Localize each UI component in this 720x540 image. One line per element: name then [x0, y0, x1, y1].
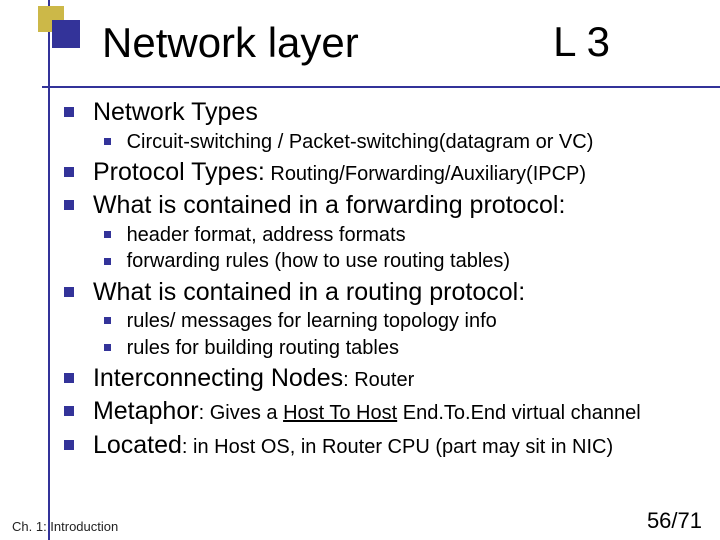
text-inline: : Router [343, 369, 414, 391]
text: What is contained in a routing protocol: [93, 278, 525, 306]
text-inline: End.To.End virtual channel [397, 402, 641, 424]
bullet-protocol-types: Protocol Types: Routing/Forwarding/Auxil… [64, 157, 710, 188]
text-inline: Routing/Forwarding/Auxiliary(IPCP) [265, 163, 586, 185]
sub-bullet: rules for building routing tables [104, 336, 710, 360]
sub-bullet: header format, address formats [104, 223, 710, 247]
slide: Network layer L 3 Network Types Circuit-… [0, 0, 720, 540]
bullet-network-types: Network Types Circuit-switching / Packet… [64, 97, 710, 154]
text: What is contained in a forwarding protoc… [93, 191, 565, 219]
sub-bullet: forwarding rules (how to use routing tab… [104, 249, 710, 273]
text: Circuit-switching / Packet-switching(dat… [127, 131, 594, 153]
bullet-routing-protocol: What is contained in a routing protocol:… [64, 277, 710, 360]
bullet-metaphor: Metaphor: Gives a Host To Host End.To.En… [64, 396, 710, 427]
text-inline: : in Host OS, in Router CPU (part may si… [182, 436, 613, 458]
text-underline: Host To Host [283, 402, 397, 424]
text: Located [93, 431, 182, 459]
text: rules/ messages for learning topology in… [127, 310, 497, 332]
title-block: Network layer L 3 [42, 0, 720, 88]
text-inline: : Gives a [199, 402, 283, 424]
bullet-interconnecting-nodes: Interconnecting Nodes: Router [64, 363, 710, 394]
text: header format, address formats [127, 224, 406, 246]
text: Metaphor [93, 397, 199, 425]
bullet-forwarding-protocol: What is contained in a forwarding protoc… [64, 190, 710, 273]
slide-title: Network layer [102, 19, 359, 67]
slide-title-right: L 3 [553, 18, 610, 66]
text: Protocol Types: [93, 158, 265, 186]
sub-bullet: Circuit-switching / Packet-switching(dat… [104, 130, 710, 154]
slide-body: Network Types Circuit-switching / Packet… [0, 88, 720, 460]
text: forwarding rules (how to use routing tab… [127, 250, 511, 272]
sub-bullet: rules/ messages for learning topology in… [104, 309, 710, 333]
text: Interconnecting Nodes [93, 364, 343, 392]
bullet-located: Located: in Host OS, in Router CPU (part… [64, 430, 710, 461]
text: rules for building routing tables [127, 337, 399, 359]
page-number: 56/71 [647, 508, 702, 534]
title-ornament-blue [52, 20, 80, 48]
text: Network Types [93, 98, 258, 126]
footer-text: Ch. 1: Introduction [12, 519, 118, 534]
